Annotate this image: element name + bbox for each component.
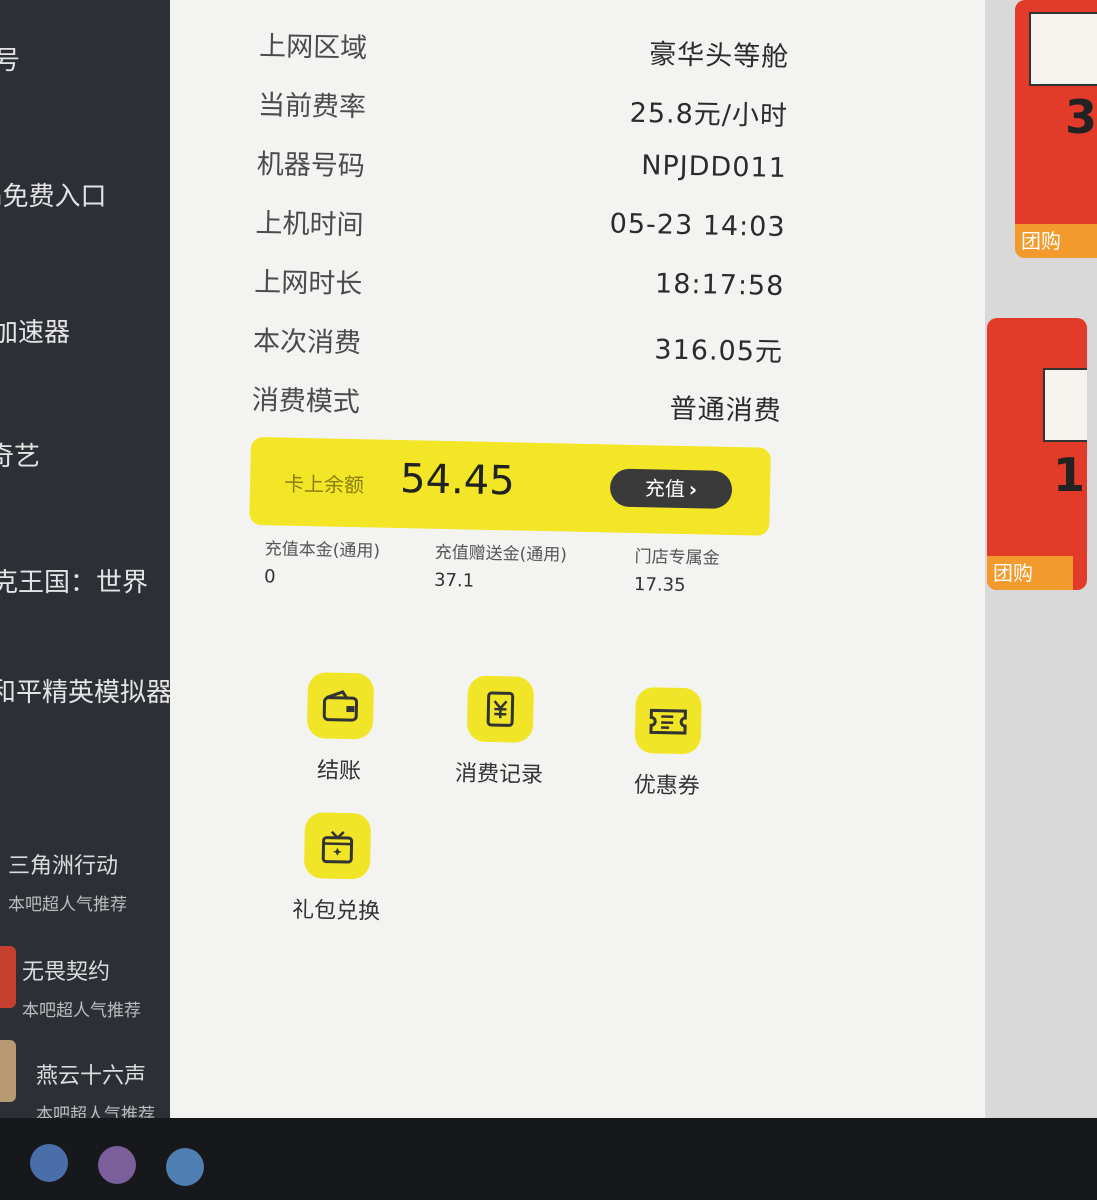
- info-label: 上网区域: [258, 30, 368, 65]
- yuan-receipt-icon: [466, 675, 535, 743]
- game-name: 燕云十六声: [36, 1064, 147, 1089]
- balance-label: 卡上余额: [283, 471, 365, 498]
- game-name: 无畏契约: [22, 960, 111, 985]
- wallet-icon: [306, 672, 375, 740]
- info-label: 机器号码: [256, 148, 366, 183]
- gift-box-icon: [303, 812, 372, 880]
- game-subtitle: 本吧超人气推荐: [22, 1001, 141, 1021]
- info-value: 18:17:58: [654, 268, 785, 303]
- breakdown-label: 门店专属金: [634, 546, 720, 569]
- breakdown-item: 充值本金(通用) 0: [264, 537, 395, 592]
- sidebar-item[interactable]: 和平精英模拟器: [0, 672, 172, 709]
- info-row-machine: 机器号码 NPJDD011: [256, 128, 787, 198]
- dock-icon[interactable]: [166, 1148, 204, 1186]
- breakdown-item: 充值赠送金(通用) 37.1: [434, 541, 585, 596]
- breakdown-label: 充值本金(通用): [264, 539, 381, 562]
- info-value: 316.05元: [654, 334, 784, 369]
- action-label: 消费记录: [454, 761, 544, 789]
- game-thumbnail: [0, 1040, 16, 1102]
- action-label: 优惠券: [633, 773, 701, 800]
- ad-number: 3: [1065, 90, 1097, 144]
- checkout-button[interactable]: 结账: [274, 671, 406, 786]
- breakdown-value: 0: [263, 566, 276, 588]
- action-label: 结账: [316, 758, 362, 785]
- info-value: 05-23 14:03: [609, 208, 786, 244]
- sidebar-item[interactable]: 加速器: [0, 312, 70, 349]
- member-info-panel: 上网区域 豪华头等舱 当前费率 25.8元/小时 机器号码 NPJDD011 上…: [170, 0, 1000, 1118]
- info-label: 消费模式: [251, 384, 361, 419]
- info-row-mode: 消费模式 普通消费: [251, 364, 782, 434]
- game-recommendation[interactable]: 无畏契约 本吧超人气推荐: [22, 954, 141, 1021]
- game-thumbnail: [0, 946, 16, 1008]
- info-row-duration: 上网时长 18:17:58: [254, 246, 785, 316]
- gift-redeem-button[interactable]: 礼包兑换: [271, 811, 403, 926]
- panel-content: 上网区域 豪华头等舱 当前费率 25.8元/小时 机器号码 NPJDD011 上…: [240, 10, 790, 972]
- sidebar-item-label: 和平精英模拟器: [0, 678, 173, 708]
- game-recommendation[interactable]: 燕云十六声 本吧超人气推荐: [36, 1058, 155, 1125]
- info-label: 上机时间: [255, 207, 364, 242]
- recharge-label: 充值: [644, 476, 686, 502]
- sidebar-item-label: 号: [0, 46, 21, 76]
- balance-breakdown: 充值本金(通用) 0 充值赠送金(通用) 37.1 门店专属金 17.35: [247, 537, 779, 658]
- chevron-right-icon: ›: [688, 477, 698, 502]
- ad-number: 11: [1053, 448, 1087, 502]
- info-label: 上网时长: [253, 266, 363, 301]
- info-row-rate: 当前费率 25.8元/小时: [258, 69, 789, 139]
- info-label: 当前费率: [257, 89, 367, 124]
- info-value: 普通消费: [669, 393, 783, 428]
- screen: 号 n免费入口 加速器 奇艺 克王国：世界 和平精英模拟器 三角洲行动 本吧超人…: [0, 0, 1097, 1200]
- info-row-start-time: 上机时间 05-23 14:03: [255, 187, 786, 257]
- sidebar-item-label: 克王国：世界: [0, 568, 149, 598]
- ad-tag: 团购: [1015, 224, 1097, 258]
- info-value: 25.8元/小时: [629, 97, 789, 133]
- action-label: 礼包兑换: [291, 897, 381, 925]
- coupon-button[interactable]: 优惠券: [602, 686, 734, 801]
- ad-tag: 团购: [987, 556, 1073, 590]
- sidebar-item[interactable]: 克王国：世界: [0, 562, 148, 599]
- breakdown-label: 充值赠送金(通用): [434, 542, 568, 566]
- consumption-record-button[interactable]: 消费记录: [434, 675, 566, 790]
- info-row-spend: 本次消费 316.05元: [253, 305, 784, 375]
- sidebar-item[interactable]: n免费入口: [0, 176, 106, 213]
- ad-card[interactable]: 11 团购: [987, 318, 1087, 590]
- dock-icon[interactable]: [98, 1146, 136, 1184]
- ad-strip: 3 团购 11 团购: [985, 0, 1097, 1200]
- dock-icon[interactable]: [30, 1144, 68, 1182]
- taskbar: [0, 1118, 1097, 1200]
- breakdown-value: 37.1: [433, 569, 475, 592]
- ad-frame: [1043, 368, 1087, 442]
- balance-card: 卡上余额 54.45 充值 ›: [249, 436, 771, 536]
- balance-value: 54.45: [399, 456, 516, 505]
- ad-frame: [1029, 12, 1097, 86]
- info-row-area: 上网区域 豪华头等舱: [259, 10, 790, 80]
- recharge-button[interactable]: 充值 ›: [609, 468, 733, 509]
- ad-card[interactable]: 3 团购: [1015, 0, 1097, 258]
- sidebar-item-label: 奇艺: [0, 442, 41, 472]
- sidebar-item-label: 加速器: [0, 318, 71, 348]
- info-value: NPJDD011: [640, 150, 788, 185]
- sidebar-item-label: n免费入口: [0, 182, 107, 212]
- game-recommendation[interactable]: 三角洲行动 本吧超人气推荐: [8, 848, 127, 915]
- info-label: 本次消费: [252, 325, 362, 360]
- breakdown-item: 门店专属金 17.35: [634, 545, 745, 599]
- action-grid: 结账 消费记录 优惠券 礼包兑换: [240, 671, 776, 972]
- game-name: 三角洲行动: [8, 854, 119, 879]
- breakdown-value: 17.35: [633, 573, 686, 597]
- sidebar-item[interactable]: 奇艺: [0, 436, 40, 473]
- game-subtitle: 本吧超人气推荐: [8, 895, 127, 915]
- coupon-icon: [634, 687, 702, 755]
- sidebar-item[interactable]: 号: [0, 40, 20, 77]
- info-value: 豪华头等舱: [648, 39, 790, 74]
